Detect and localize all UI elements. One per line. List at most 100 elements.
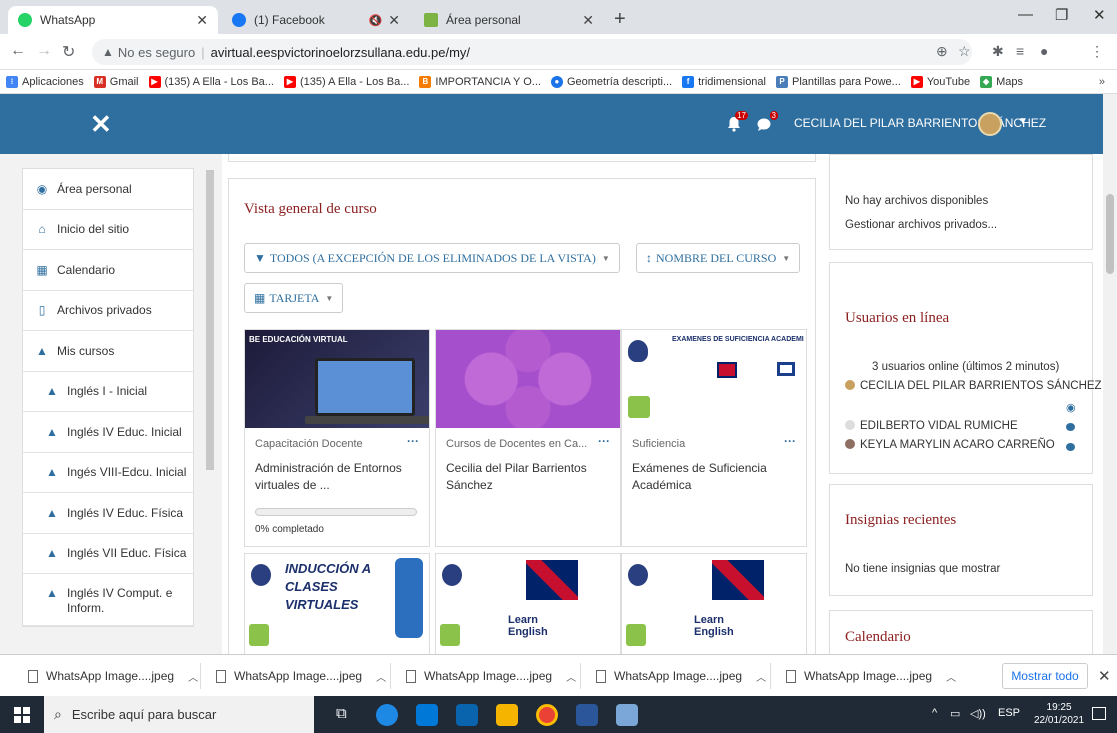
bookmark-item[interactable]: ▶ (135) A Ella - Los Ba...: [283, 75, 409, 88]
network-icon[interactable]: ▭: [950, 707, 960, 720]
close-icon[interactable]: ✕: [388, 12, 400, 29]
forward-button[interactable]: →: [36, 42, 52, 60]
reload-button[interactable]: ↻: [62, 42, 75, 62]
drawer-item-area-personal[interactable]: ◉ Área personal: [23, 169, 193, 210]
bookmark-star-icon[interactable]: ☆: [958, 43, 971, 60]
course-card[interactable]: EXÁMENES DE SUFICIENCIA ACADÉMICA Sufici…: [621, 329, 807, 547]
bookmark-item[interactable]: P Plantillas para Powe...: [776, 75, 901, 88]
profile-icon[interactable]: ●: [1040, 43, 1048, 59]
mail-icon[interactable]: [456, 704, 478, 726]
view-dropdown[interactable]: ▦ TARJETA ▼: [244, 283, 344, 313]
action-center-icon[interactable]: [1092, 707, 1106, 720]
scrollbar-thumb[interactable]: [1106, 194, 1114, 274]
online-user[interactable]: EDILBERTO VIDAL RUMICHE: [845, 420, 1018, 432]
message-icon[interactable]: [1066, 423, 1075, 431]
volume-icon[interactable]: ◁)): [970, 707, 986, 720]
drawer-item-private-files[interactable]: ▯ Archivos privados: [23, 291, 193, 331]
task-view-icon[interactable]: ⧉: [336, 705, 347, 722]
course-name[interactable]: Administración de Entornos virtuales de …: [255, 460, 423, 494]
tab-facebook[interactable]: (1) Facebook 🔇 ✕: [222, 6, 410, 34]
zoom-icon[interactable]: ⊕: [936, 43, 948, 60]
drawer-scrollbar-thumb[interactable]: [206, 170, 214, 470]
course-name[interactable]: Exámenes de Suficiencia Académica: [632, 460, 800, 494]
bookmark-item[interactable]: B IMPORTANCIA Y O...: [419, 75, 541, 88]
tab-whatsapp[interactable]: WhatsApp ✕: [8, 6, 218, 34]
online-user[interactable]: KEYLA MARYLIN ACARO CARREÑO: [845, 439, 1055, 451]
clock[interactable]: 19:25 22/01/2021: [1034, 701, 1084, 727]
course-image[interactable]: Learn English: [436, 554, 620, 660]
more-options-icon[interactable]: ···: [407, 434, 419, 448]
download-item[interactable]: WhatsApp Image....jpeg ︿: [786, 666, 956, 686]
bookmark-item[interactable]: ◆ Maps: [980, 75, 1023, 88]
language-indicator[interactable]: ESP: [998, 707, 1020, 719]
word-icon[interactable]: [576, 704, 598, 726]
download-item[interactable]: WhatsApp Image....jpeg ︿: [406, 666, 576, 686]
file-explorer-icon[interactable]: [496, 704, 518, 726]
close-window-button[interactable]: ✕: [1093, 6, 1106, 24]
filter-dropdown[interactable]: ▼ TODOS (A EXCEPCIÓN DE LOS ELIMINADOS D…: [244, 243, 620, 273]
drawer-item-course[interactable]: ▲ Inglés IV Educ. Inicial: [23, 412, 193, 453]
manage-private-files-link[interactable]: Gestionar archivos privados...: [845, 219, 997, 231]
chevron-up-icon[interactable]: ︿: [566, 669, 576, 684]
drawer-scrollbar[interactable]: [205, 162, 215, 652]
drawer-item-course[interactable]: ▲ Ingés VIII-Edcu. Inicial: [23, 453, 193, 493]
chevron-down-icon[interactable]: ▼: [1018, 116, 1028, 127]
drawer-item-course[interactable]: ▲ Inglés IV Educ. Física: [23, 493, 193, 534]
message-icon[interactable]: [1066, 443, 1075, 451]
drawer-item-course[interactable]: ▲ Inglés IV Comput. e Inform.: [23, 574, 193, 626]
windows-start-icon[interactable]: [14, 707, 30, 723]
minimize-button[interactable]: —: [1018, 6, 1033, 23]
browser-menu-icon[interactable]: ⋮: [1090, 43, 1104, 60]
photos-icon[interactable]: [616, 704, 638, 726]
messages-icon[interactable]: 3: [757, 111, 778, 132]
chevron-up-icon[interactable]: ︿: [188, 669, 198, 684]
online-user[interactable]: CECILIA DEL PILAR BARRIENTOS SÁNCHEZ: [845, 380, 1102, 392]
drawer-item-calendar[interactable]: ▦ Calendario: [23, 250, 193, 291]
chrome-icon[interactable]: [536, 704, 558, 726]
back-button[interactable]: ←: [10, 42, 26, 60]
restore-button[interactable]: ❐: [1055, 6, 1068, 24]
course-image[interactable]: BE EDUCACIÓN VIRTUAL: [245, 330, 429, 428]
chevron-up-icon[interactable]: ︿: [376, 669, 386, 684]
bookmark-item[interactable]: M Gmail: [93, 75, 139, 88]
bookmark-item[interactable]: ▶ (135) A Ella - Los Ba...: [148, 75, 274, 88]
bookmark-item[interactable]: f tridimensional: [682, 75, 766, 88]
taskbar-search-input[interactable]: ⌕ Escribe aquí para buscar: [44, 696, 314, 733]
eye-icon[interactable]: ◉: [1066, 401, 1076, 414]
page-scrollbar[interactable]: [1103, 94, 1117, 654]
close-icon[interactable]: ✕: [582, 12, 594, 29]
more-bookmarks-icon[interactable]: »: [1099, 76, 1105, 88]
sort-dropdown[interactable]: ↕ NOMBRE DEL CURSO ▼: [636, 243, 801, 273]
drawer-item-course[interactable]: ▲ Inglés VII Educ. Física: [23, 534, 193, 574]
more-options-icon[interactable]: ···: [598, 434, 610, 448]
course-name[interactable]: Cecilia del Pilar Barrientos Sánchez: [446, 460, 614, 494]
warning-icon[interactable]: ▲: [102, 45, 114, 59]
show-all-button[interactable]: Mostrar todo: [1002, 663, 1088, 689]
bookmark-item[interactable]: ● Geometría descripti...: [550, 75, 672, 88]
tab-area-personal[interactable]: Área personal ✕: [414, 6, 604, 34]
download-item[interactable]: WhatsApp Image....jpeg ︿: [216, 666, 386, 686]
download-item[interactable]: WhatsApp Image....jpeg ︿: [28, 666, 198, 686]
course-card[interactable]: Learn English: [621, 553, 807, 660]
avatar[interactable]: [978, 112, 1002, 136]
url-input[interactable]: ▲ No es seguro | avirtual.eespvictorinoe…: [92, 39, 972, 65]
reading-list-icon[interactable]: ≡: [1016, 43, 1024, 59]
course-image[interactable]: INDUCCIÓN A CLASES VIRTUALES: [245, 554, 429, 660]
course-image[interactable]: [436, 330, 620, 428]
new-tab-button[interactable]: +: [614, 8, 626, 31]
course-image[interactable]: Learn English: [622, 554, 806, 660]
notifications-bell-icon[interactable]: 17: [727, 111, 748, 132]
extensions-icon[interactable]: ✱: [992, 43, 1004, 60]
audio-icon[interactable]: 🔇: [369, 14, 383, 27]
more-options-icon[interactable]: ···: [784, 434, 796, 448]
drawer-item-home[interactable]: ⌂ Inicio del sitio: [23, 210, 193, 250]
drawer-item-course[interactable]: ▲ Inglés I - Inicial: [23, 372, 193, 412]
bookmark-item[interactable]: ▶ YouTube: [910, 75, 970, 88]
chevron-up-icon[interactable]: ︿: [946, 669, 956, 684]
course-card[interactable]: Cursos de Docentes en Ca... ··· Cecilia …: [435, 329, 621, 547]
drawer-item-my-courses[interactable]: ▲ Mis cursos: [23, 331, 193, 372]
chevron-up-icon[interactable]: ︿: [756, 669, 766, 684]
course-card[interactable]: INDUCCIÓN A CLASES VIRTUALES: [244, 553, 430, 660]
drawer-close-icon[interactable]: ✕: [90, 109, 112, 140]
store-icon[interactable]: [416, 704, 438, 726]
